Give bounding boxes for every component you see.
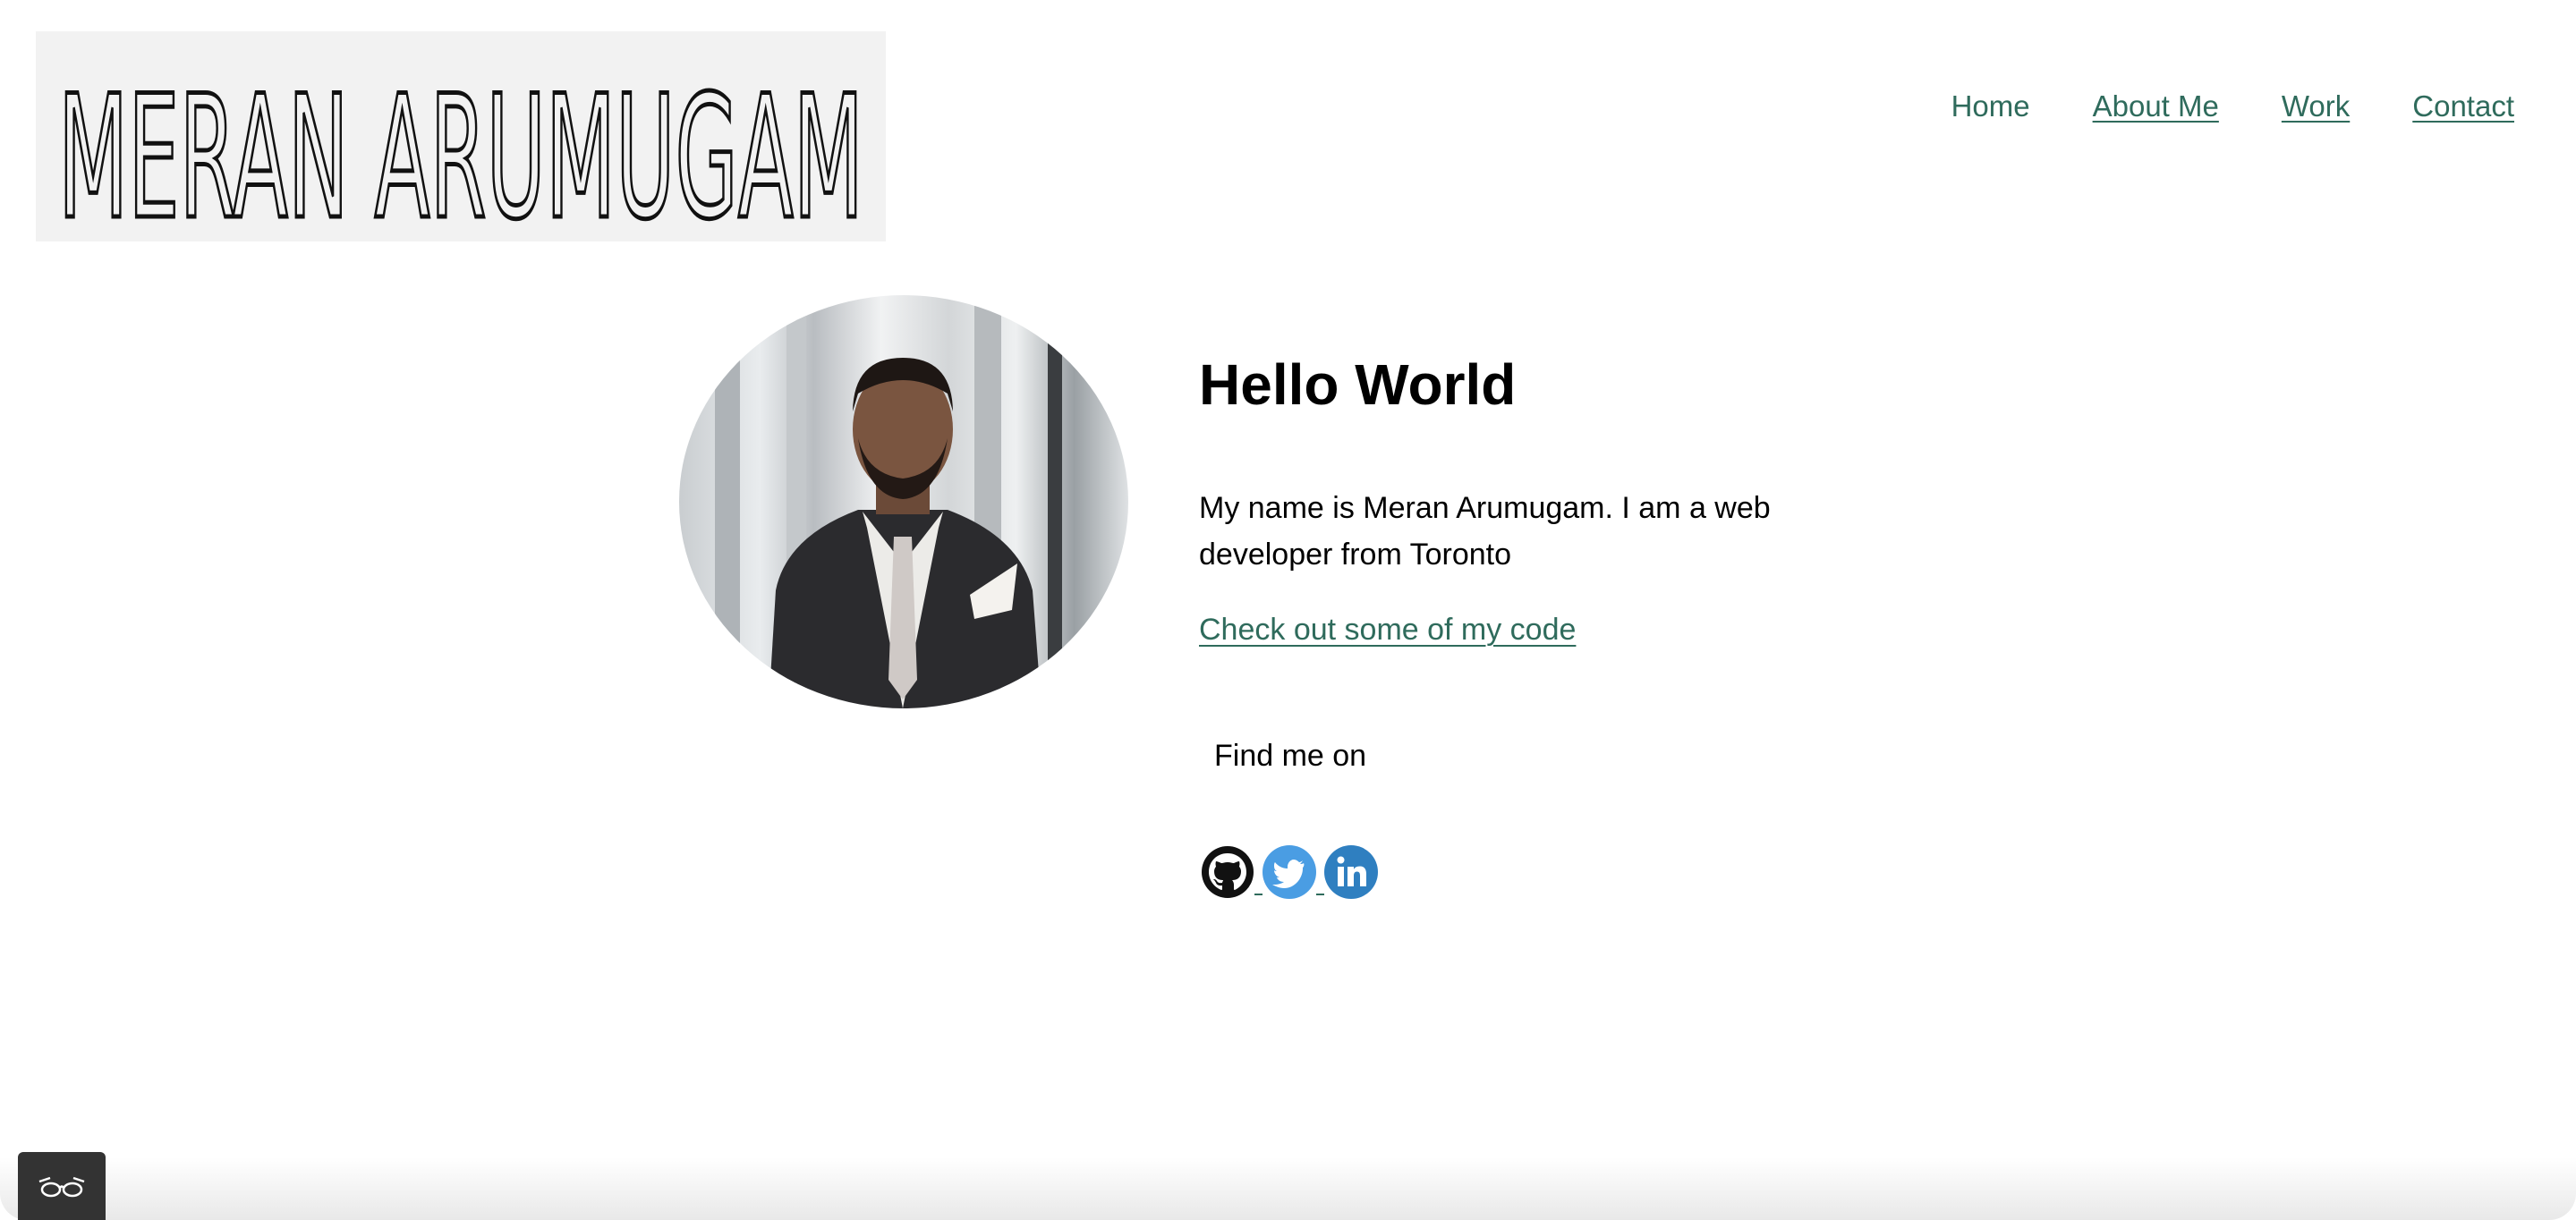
twitter-icon xyxy=(1262,845,1316,899)
github-link[interactable] xyxy=(1201,845,1262,899)
linkedin-link[interactable] xyxy=(1324,845,1378,899)
github-icon xyxy=(1202,846,1254,898)
profile-photo xyxy=(679,295,1128,708)
bottom-fade xyxy=(0,1157,2576,1220)
nav-about-link[interactable]: About Me xyxy=(2093,89,2219,123)
logo-text: MERAN ARUMUGAM xyxy=(58,59,863,241)
page: MERAN ARUMUGAM Home About Me Work Contac… xyxy=(0,0,2576,1220)
twitter-link[interactable] xyxy=(1262,845,1324,899)
nav-work-link[interactable]: Work xyxy=(2282,89,2350,123)
nav-contact-link[interactable]: Contact xyxy=(2412,89,2514,123)
site-logo[interactable]: MERAN ARUMUGAM xyxy=(36,31,886,241)
hero-title: Hello World xyxy=(1199,352,1517,417)
find-me-label: Find me on xyxy=(1214,739,1367,773)
accessibility-widget-button[interactable] xyxy=(18,1152,106,1220)
code-link[interactable]: Check out some of my code xyxy=(1199,613,1576,648)
nav-home-link[interactable]: Home xyxy=(1951,89,2030,123)
main-nav: Home About Me Work Contact xyxy=(1951,89,2514,123)
hero-intro: My name is Meran Arumugam. I am a web de… xyxy=(1199,491,1771,572)
linkedin-icon xyxy=(1324,845,1378,899)
hero-section: Hello World My name is Meran Arumugam. I… xyxy=(1199,352,1825,647)
glasses-icon xyxy=(38,1176,85,1198)
social-links xyxy=(1201,845,1378,899)
